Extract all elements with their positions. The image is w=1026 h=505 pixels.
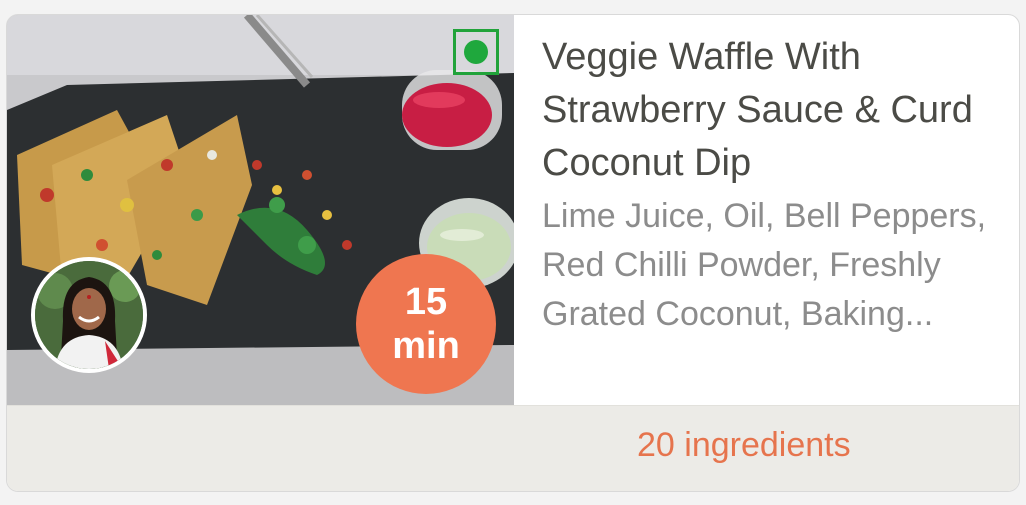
recipe-info: Veggie Waffle With Strawberry Sauce & Cu…	[514, 15, 1019, 405]
recipe-title[interactable]: Veggie Waffle With Strawberry Sauce & Cu…	[542, 31, 1001, 190]
veg-indicator-icon	[453, 29, 499, 75]
recipe-card[interactable]: 15 min Veggie Waffle With Strawberry Sau…	[6, 14, 1020, 492]
recipe-footer: 20 ingredients	[7, 405, 1019, 491]
chef-avatar-image	[35, 261, 143, 369]
veg-dot-icon	[464, 40, 488, 64]
cook-time-unit: min	[392, 325, 460, 367]
cook-time-badge: 15 min	[356, 254, 496, 394]
ingredient-count[interactable]: 20 ingredients	[637, 426, 851, 465]
chef-avatar[interactable]	[31, 257, 147, 373]
cook-time-value: 15	[404, 281, 448, 323]
recipe-photo[interactable]: 15 min	[7, 15, 514, 405]
ingredients-preview: Lime Juice, Oil, Bell Peppers, Red Chill…	[542, 197, 987, 333]
